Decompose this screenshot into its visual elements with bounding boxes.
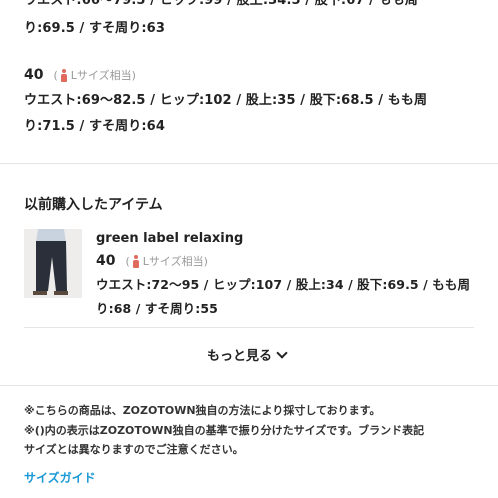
size-guide-link[interactable]: サイズガイド — [24, 469, 96, 486]
chevron-down-icon — [276, 346, 288, 359]
hint-paren-open: ( — [125, 254, 130, 268]
hint-paren-close: ) — [203, 254, 208, 268]
measurement-note: ※こちらの商品は、ZOZOTOWN独自の方法により採寸しております。 — [24, 404, 381, 417]
size-measure-line: ウエスト:66〜79.5 / ヒップ:99 / 股上:34.5 / 股下:67 … — [24, 0, 418, 8]
person-icon — [60, 68, 68, 82]
size-measure-line: ウエスト:72〜95 / ヒップ:107 / 股上:34 / 股下:69.5 /… — [96, 277, 471, 292]
size-equivalent-label: Lサイズ相当 — [142, 255, 204, 268]
size-code: 40 — [96, 253, 116, 269]
size-measure-line: ウエスト:69〜82.5 / ヒップ:102 / 股上:35 / 股下:68.5… — [24, 93, 428, 108]
size-code: 40 — [24, 67, 44, 83]
product-thumbnail[interactable] — [24, 229, 82, 298]
size-row-header: 40 ( Lサイズ相当 ) — [24, 67, 136, 83]
hint-paren-close: ) — [131, 68, 136, 82]
size-measure-line: り:71.5 / すそ周り:64 — [24, 119, 165, 134]
size-equivalent-label: Lサイズ相当 — [70, 69, 132, 82]
person-icon — [132, 254, 140, 268]
show-more-label: もっと見る — [207, 349, 273, 364]
section-divider — [0, 385, 498, 386]
show-more-button[interactable]: もっと見る — [207, 345, 288, 364]
size-measure-line: り:69.5 / すそ周り:63 — [24, 21, 165, 36]
size-note: サイズとは異なりますのでご注意ください。 — [24, 443, 244, 456]
size-equivalent-hint: ( Lサイズ相当 ) — [125, 253, 208, 269]
size-measure-line: り:68 / すそ周り:55 — [96, 301, 218, 316]
list-divider — [24, 327, 474, 328]
size-equivalent-hint: ( Lサイズ相当 ) — [53, 67, 136, 83]
pants-image — [24, 229, 82, 298]
size-row-header: 40 ( Lサイズ相当 ) — [96, 253, 208, 269]
hint-paren-open: ( — [53, 68, 58, 82]
purchased-section-title: 以前購入したアイテム — [24, 197, 163, 213]
size-note: ※()内の表示はZOZOTOWN独自の基準で振り分けたサイズです。ブランド表記 — [24, 424, 425, 437]
section-divider — [0, 163, 498, 164]
product-brand-name[interactable]: green label relaxing — [96, 231, 243, 246]
